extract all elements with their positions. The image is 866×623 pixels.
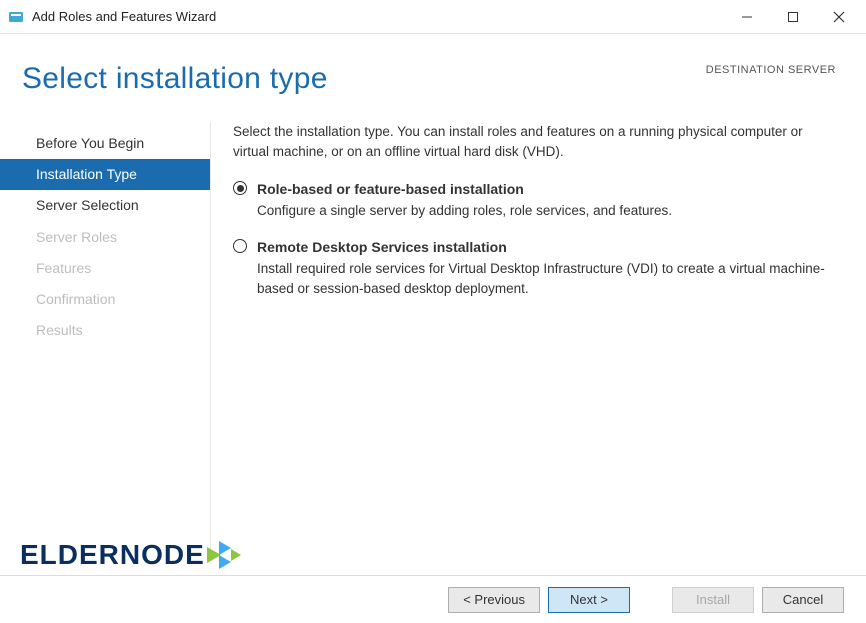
cancel-button[interactable]: Cancel	[762, 587, 844, 613]
sidebar-item-installation-type[interactable]: Installation Type	[0, 159, 210, 190]
app-icon	[8, 9, 24, 25]
sidebar-item-confirmation: Confirmation	[0, 284, 210, 315]
sidebar-item-server-roles: Server Roles	[0, 222, 210, 253]
radio-icon[interactable]	[233, 239, 247, 253]
option-role-based[interactable]: Role-based or feature-based installation…	[233, 179, 838, 221]
page-title: Select installation type	[22, 62, 328, 96]
option-title: Remote Desktop Services installation	[257, 237, 838, 257]
option-body: Remote Desktop Services installation Ins…	[257, 237, 838, 298]
header: Select installation type DESTINATION SER…	[0, 34, 866, 96]
sidebar: Before You Begin Installation Type Serve…	[0, 122, 210, 562]
sidebar-item-results: Results	[0, 315, 210, 346]
sidebar-item-before-you-begin[interactable]: Before You Begin	[0, 128, 210, 159]
close-button[interactable]	[816, 2, 862, 32]
titlebar: Add Roles and Features Wizard	[0, 0, 866, 34]
window-buttons	[724, 2, 862, 32]
sidebar-item-server-selection[interactable]: Server Selection	[0, 190, 210, 221]
intro-text: Select the installation type. You can in…	[233, 122, 838, 161]
footer: < Previous Next > Install Cancel	[0, 575, 866, 623]
destination-server-label: DESTINATION SERVER	[706, 64, 836, 76]
watermark-text: ELDERNODE	[20, 539, 205, 571]
option-body: Role-based or feature-based installation…	[257, 179, 672, 221]
install-button: Install	[672, 587, 754, 613]
next-button[interactable]: Next >	[548, 587, 630, 613]
radio-icon[interactable]	[233, 181, 247, 195]
body: Before You Begin Installation Type Serve…	[0, 122, 866, 562]
maximize-button[interactable]	[770, 2, 816, 32]
option-title: Role-based or feature-based installation	[257, 179, 672, 199]
watermark-logo: ELDERNODE	[20, 539, 247, 571]
option-remote-desktop[interactable]: Remote Desktop Services installation Ins…	[233, 237, 838, 298]
previous-button[interactable]: < Previous	[448, 587, 540, 613]
minimize-button[interactable]	[724, 2, 770, 32]
watermark-play-icon	[207, 541, 247, 569]
option-desc: Configure a single server by adding role…	[257, 201, 672, 221]
option-desc: Install required role services for Virtu…	[257, 259, 838, 298]
sidebar-item-features: Features	[0, 253, 210, 284]
content-pane: Select the installation type. You can in…	[210, 122, 866, 562]
window-title: Add Roles and Features Wizard	[32, 9, 724, 24]
